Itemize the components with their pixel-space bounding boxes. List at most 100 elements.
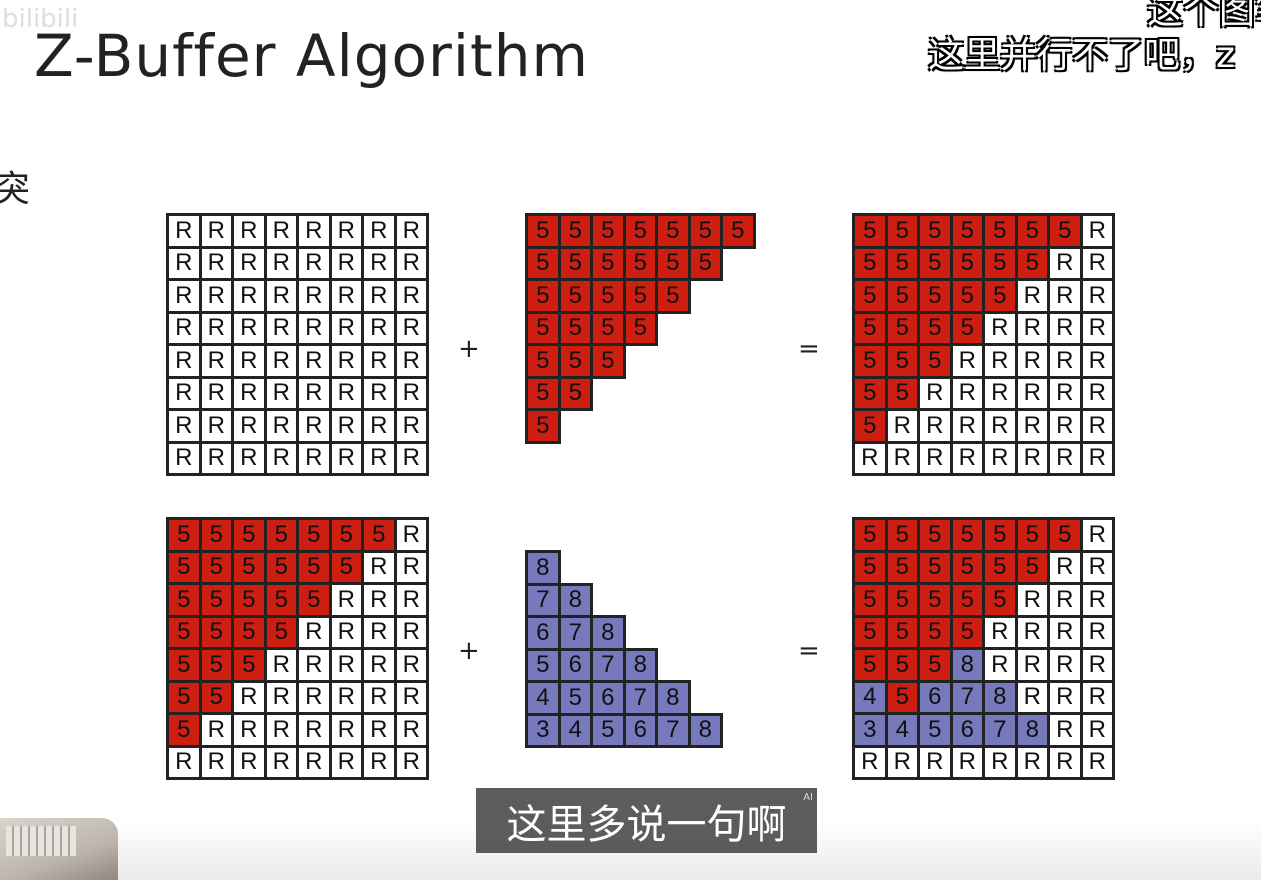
- buffer-cell: R: [364, 411, 394, 441]
- buffer-cell: R: [1017, 747, 1047, 777]
- buffer-cell: [626, 346, 656, 376]
- buffer-cell: R: [985, 443, 1015, 473]
- buffer-cell: R: [364, 346, 394, 376]
- buffer-cell: R: [1082, 520, 1112, 550]
- buffer-cell: R: [396, 216, 426, 246]
- buffer-cell: 5: [1017, 552, 1047, 582]
- left-text-fragment: 突: [0, 169, 31, 210]
- buffer-cell: R: [266, 346, 296, 376]
- buffer-cell: R: [920, 411, 950, 441]
- buffer-cell: 5: [557, 245, 593, 281]
- buffer-cell: 5: [590, 310, 626, 346]
- buffer-cell: 5: [655, 278, 691, 314]
- buffer-cell: [626, 586, 656, 616]
- ai-tag: AI: [803, 792, 813, 803]
- buffer-cell: R: [331, 411, 361, 441]
- buffer-cell: R: [396, 747, 426, 777]
- buffer-cell: [691, 586, 721, 616]
- buffer-cell: R: [1082, 443, 1112, 473]
- buffer-cell: R: [331, 585, 361, 615]
- buffer-cell: 5: [952, 585, 982, 615]
- buffer-cell: [756, 281, 786, 311]
- buffer-cell: 5: [687, 213, 723, 249]
- buffer-cell: R: [266, 411, 296, 441]
- buffer-cell: R: [266, 248, 296, 278]
- buffer-cell: 5: [622, 278, 658, 314]
- buffer-cell: 5: [887, 281, 917, 311]
- buffer-cell: [561, 411, 591, 441]
- buffer-cell: R: [1082, 585, 1112, 615]
- buffer-cell: R: [169, 378, 199, 408]
- buffer-cell: 5: [234, 650, 264, 680]
- buffer-cell: R: [201, 411, 231, 441]
- buffer-cell: 5: [590, 245, 626, 281]
- buffer-cell: R: [396, 281, 426, 311]
- buffer-cell: R: [1082, 248, 1112, 278]
- buffer-cell: 5: [887, 313, 917, 343]
- buffer-cell: R: [266, 313, 296, 343]
- buffer-cell: 5: [201, 520, 231, 550]
- buffer-cell: 3: [855, 715, 885, 745]
- buffer-cell: 5: [855, 346, 885, 376]
- buffer-cell: 5: [525, 375, 561, 411]
- buffer-cell: R: [985, 747, 1015, 777]
- buffer-cell: 7: [622, 680, 658, 716]
- buffer-cell: R: [396, 552, 426, 582]
- buffer-cell: 5: [920, 617, 950, 647]
- buffer-cell: 5: [887, 682, 917, 712]
- buffer-cell: R: [364, 552, 394, 582]
- buffer-cell: R: [169, 281, 199, 311]
- buffer-cell: R: [169, 411, 199, 441]
- buffer-cell: 5: [525, 310, 561, 346]
- buffer-cell: R: [234, 346, 264, 376]
- buffer-cell: 5: [887, 346, 917, 376]
- buffer-cell: 7: [985, 715, 1015, 745]
- buffer-cell: R: [299, 281, 329, 311]
- buffer-cell: 8: [622, 647, 658, 683]
- buffer-cell: R: [1017, 682, 1047, 712]
- grid-current-depth: 5555555R555555RR55555RRR5555RRRR555RRRRR…: [166, 517, 429, 780]
- buffer-cell: [691, 379, 721, 409]
- buffer-cell: 5: [331, 520, 361, 550]
- buffer-cell: R: [201, 346, 231, 376]
- buffer-cell: 6: [622, 712, 658, 748]
- buffer-cell: 8: [985, 682, 1015, 712]
- buffer-cell: R: [1017, 650, 1047, 680]
- buffer-cell: R: [234, 682, 264, 712]
- buffer-cell: 6: [952, 715, 982, 745]
- buffer-cell: [756, 314, 786, 344]
- buffer-cell: 5: [855, 378, 885, 408]
- buffer-cell: [593, 379, 623, 409]
- buffer-cell: 5: [525, 278, 561, 314]
- buffer-cell: R: [331, 682, 361, 712]
- buffer-cell: R: [266, 715, 296, 745]
- buffer-cell: R: [952, 346, 982, 376]
- buffer-cell: 5: [952, 552, 982, 582]
- buffer-cell: 6: [525, 615, 561, 651]
- buffer-cell: R: [1050, 346, 1080, 376]
- buffer-cell: R: [920, 378, 950, 408]
- buffer-cell: 5: [920, 313, 950, 343]
- buffer-cell: 5: [887, 216, 917, 246]
- corner-object: [0, 818, 118, 880]
- buffer-cell: R: [169, 443, 199, 473]
- plus-operator: +: [458, 334, 480, 364]
- buffer-cell: [723, 281, 753, 311]
- buffer-cell: [756, 216, 786, 246]
- buffer-cell: R: [1050, 715, 1080, 745]
- buffer-cell: 5: [985, 248, 1015, 278]
- buffer-cell: [756, 379, 786, 409]
- buffer-cell: 7: [557, 615, 593, 651]
- buffer-cell: [756, 411, 786, 441]
- buffer-cell: R: [1050, 281, 1080, 311]
- buffer-cell: 5: [299, 520, 329, 550]
- buffer-cell: R: [364, 585, 394, 615]
- buffer-cell: R: [1017, 443, 1047, 473]
- buffer-cell: 5: [920, 346, 950, 376]
- buffer-cell: 5: [525, 343, 561, 379]
- buffer-cell: 5: [985, 520, 1015, 550]
- buffer-cell: R: [299, 313, 329, 343]
- buffer-cell: R: [331, 216, 361, 246]
- buffer-cell: R: [855, 443, 885, 473]
- buffer-cell: [593, 411, 623, 441]
